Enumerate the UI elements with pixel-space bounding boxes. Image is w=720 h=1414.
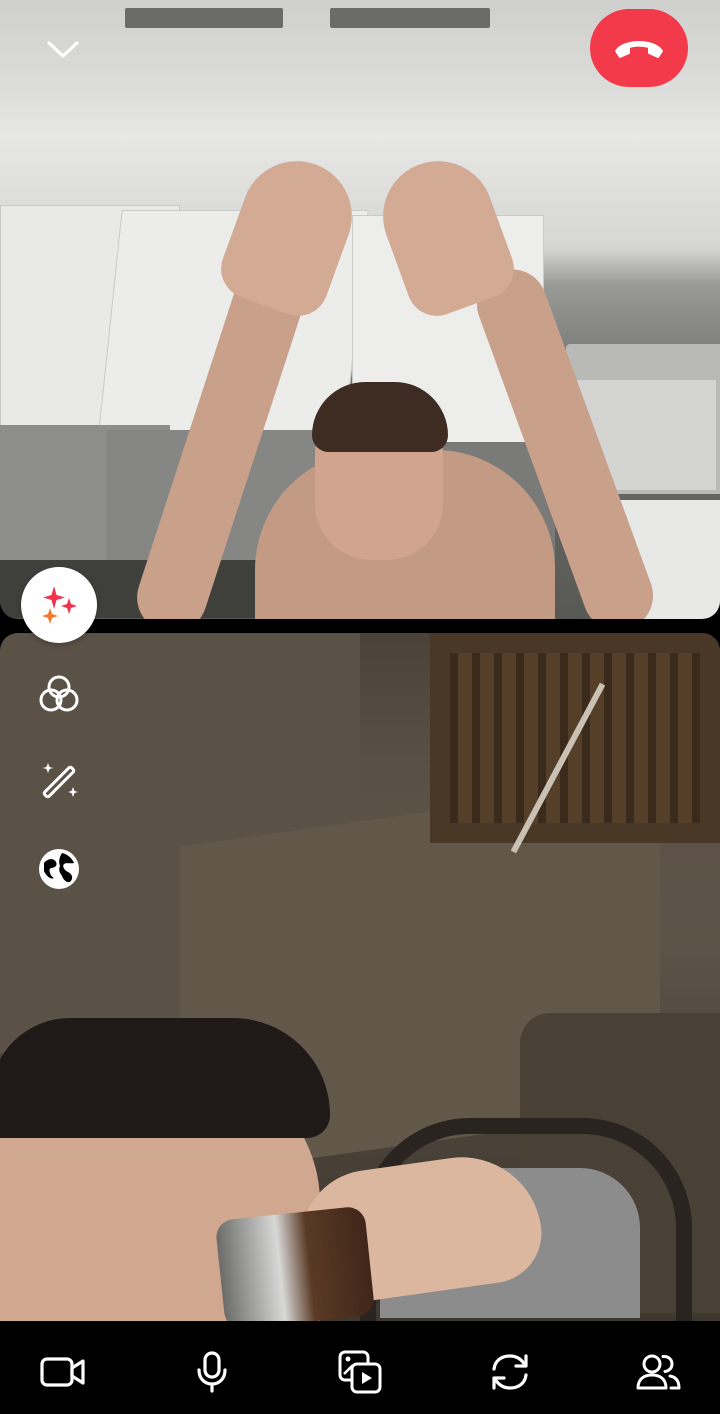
share-media-button[interactable] — [332, 1347, 388, 1397]
camera-toggle-button[interactable] — [35, 1347, 91, 1397]
call-controls-bar — [0, 1321, 720, 1414]
self-view-video[interactable] — [0, 633, 720, 1321]
magic-wand-icon — [42, 763, 78, 799]
filters-circles-icon — [39, 675, 79, 712]
flip-camera-icon — [492, 1354, 528, 1390]
collapse-button[interactable] — [40, 30, 86, 70]
self-person — [0, 1018, 692, 1321]
magic-wand-button[interactable] — [21, 743, 97, 819]
video-camera-icon — [40, 1357, 85, 1387]
microphone-icon — [197, 1351, 227, 1393]
globe-icon — [39, 849, 79, 889]
sparkles-effects-icon — [42, 586, 77, 624]
participants-button[interactable] — [630, 1347, 686, 1397]
flip-camera-button[interactable] — [482, 1347, 538, 1397]
hair — [312, 382, 448, 452]
end-call-button[interactable] — [590, 9, 688, 87]
filters-button[interactable] — [21, 656, 97, 732]
media-share-icon — [338, 1350, 382, 1394]
chevron-down-icon — [47, 41, 79, 58]
phone-hangup-icon — [615, 41, 663, 58]
world-effects-button[interactable] — [21, 831, 97, 907]
bottle — [214, 1205, 376, 1321]
microphone-toggle-button[interactable] — [184, 1347, 240, 1397]
effects-button[interactable] — [21, 567, 97, 643]
remote-participant-video[interactable] — [0, 0, 720, 619]
remote-person — [127, 145, 663, 619]
curly-hair — [0, 1018, 330, 1138]
cabinet-rail — [125, 8, 283, 28]
cabinet-rail — [330, 8, 490, 28]
participants-icon — [636, 1354, 681, 1390]
